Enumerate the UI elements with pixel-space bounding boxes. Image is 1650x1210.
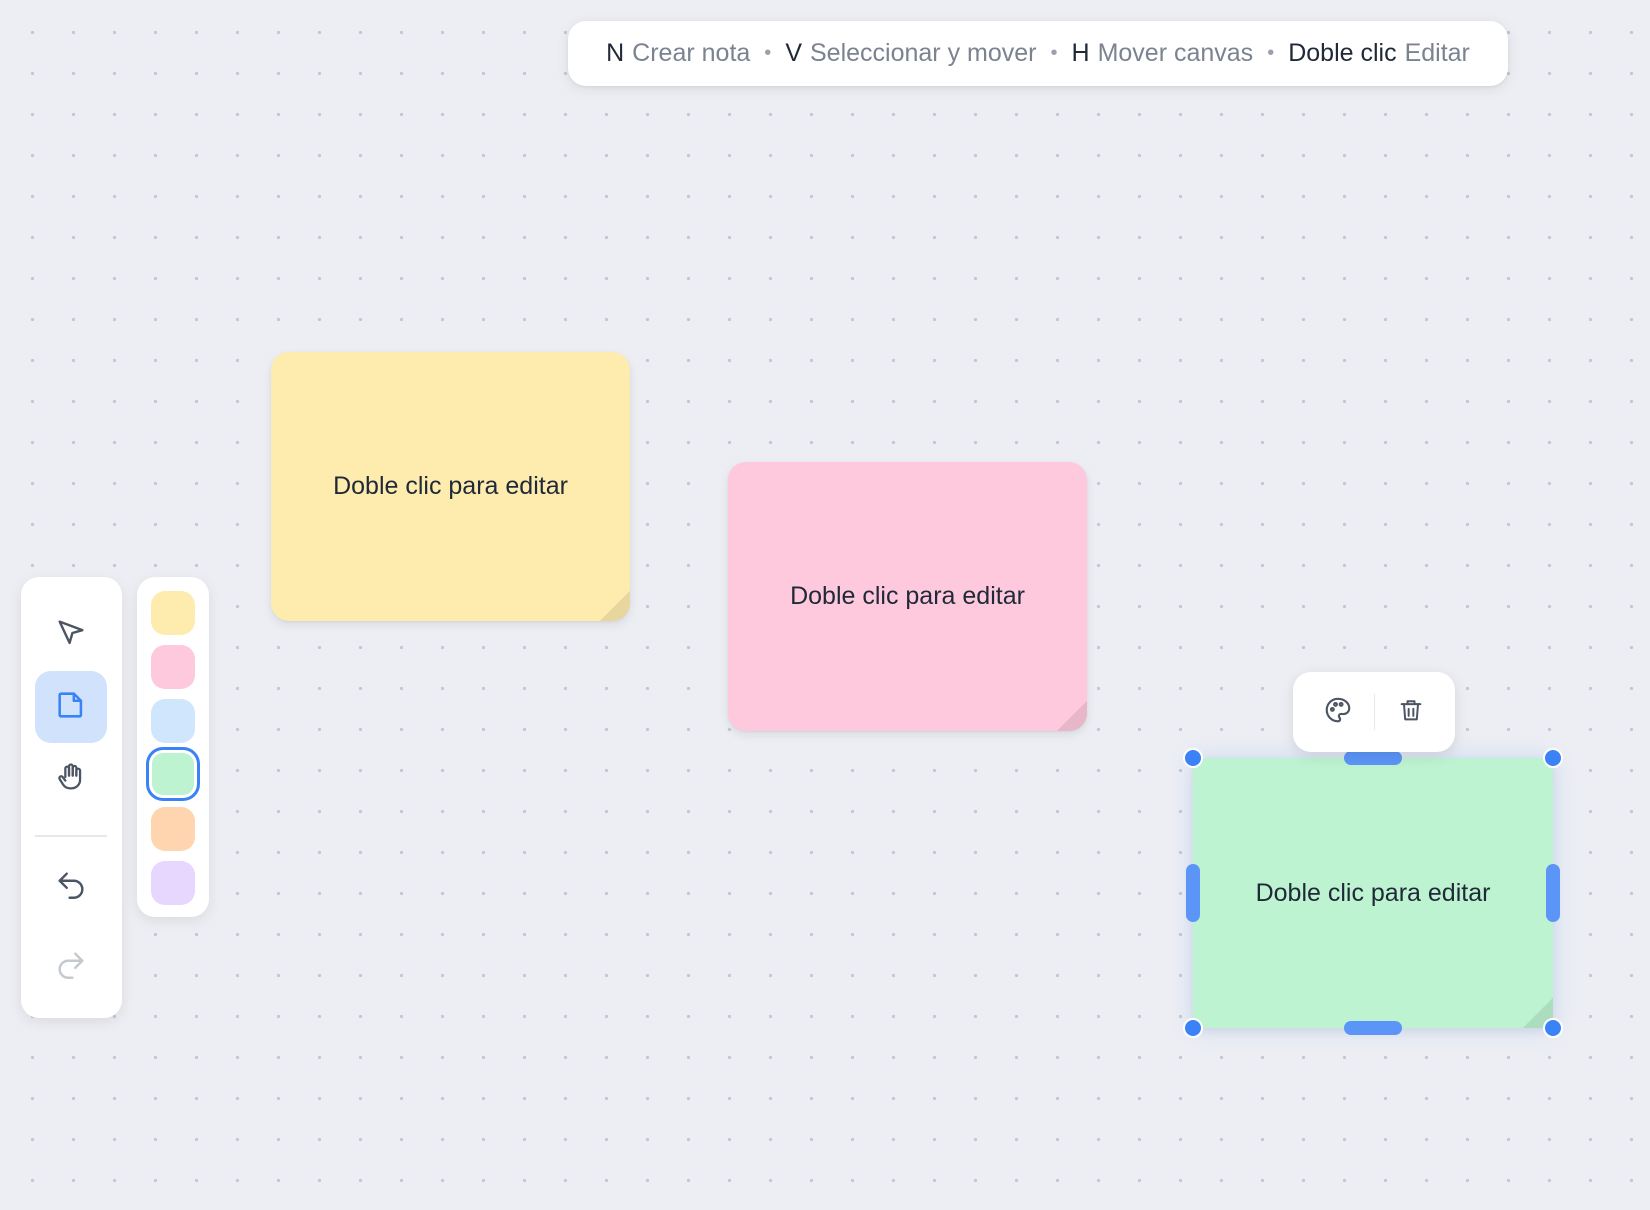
shortcut-hint-bar: N Crear nota • V Seleccionar y mover • H… <box>568 21 1508 86</box>
hint-create-note: N Crear nota <box>606 39 750 68</box>
sticky-note-green-selected[interactable]: Doble clic para editar <box>1193 758 1553 1028</box>
hand-tool-button[interactable] <box>35 743 107 815</box>
palette-icon <box>1323 695 1353 730</box>
color-swatch-green[interactable] <box>146 747 200 801</box>
resize-handle-top-left[interactable] <box>1183 748 1203 768</box>
delete-note-button[interactable] <box>1383 684 1439 740</box>
hint-separator: • <box>1050 42 1058 64</box>
hint-double-click-edit: Doble clic Editar <box>1288 39 1470 68</box>
note-text: Doble clic para editar <box>333 472 568 500</box>
redo-button[interactable] <box>35 931 107 1003</box>
hint-key: N <box>606 39 625 67</box>
note-corner-fold <box>600 591 630 621</box>
undo-button[interactable] <box>35 851 107 923</box>
hint-desc: Mover canvas <box>1097 39 1254 67</box>
color-palette <box>137 577 209 917</box>
hint-select-move: V Seleccionar y mover <box>785 39 1036 68</box>
resize-handle-top-right[interactable] <box>1543 748 1563 768</box>
resize-handle-left[interactable] <box>1186 864 1200 922</box>
toolbar-divider <box>1373 694 1375 730</box>
sticky-note-tool-button[interactable] <box>35 671 107 743</box>
hand-icon <box>54 760 88 799</box>
sticky-note-yellow[interactable]: Doble clic para editar <box>271 352 630 621</box>
color-swatch-blue[interactable] <box>151 699 195 743</box>
hint-desc: Seleccionar y mover <box>810 39 1037 67</box>
resize-handle-right[interactable] <box>1546 864 1560 922</box>
select-tool-button[interactable] <box>35 599 107 671</box>
redo-icon <box>54 948 88 987</box>
undo-icon <box>54 868 88 907</box>
hint-separator: • <box>1267 42 1275 64</box>
note-corner-fold <box>1057 701 1087 731</box>
hint-key: V <box>785 39 802 67</box>
resize-handle-bottom[interactable] <box>1344 1021 1402 1035</box>
hint-pan-canvas: H Mover canvas <box>1072 39 1254 68</box>
hint-key: H <box>1071 39 1090 67</box>
note-text: Doble clic para editar <box>1255 878 1491 907</box>
toolbar-divider <box>35 835 107 837</box>
sticky-note-icon <box>54 688 88 727</box>
sticky-note-pink[interactable]: Doble clic para editar <box>728 462 1087 731</box>
hint-key: Doble clic <box>1288 39 1397 67</box>
hint-separator: • <box>764 42 772 64</box>
note-context-toolbar <box>1293 672 1455 752</box>
resize-handle-bottom-left[interactable] <box>1183 1018 1203 1038</box>
color-swatch-pink[interactable] <box>151 645 195 689</box>
tool-sidebar <box>21 577 122 1018</box>
color-swatch-yellow[interactable] <box>151 591 195 635</box>
color-swatch-purple[interactable] <box>151 861 195 905</box>
color-swatch-orange[interactable] <box>151 807 195 851</box>
resize-handle-top[interactable] <box>1344 751 1402 765</box>
hint-desc: Editar <box>1404 39 1470 67</box>
trash-icon <box>1397 696 1425 729</box>
change-color-button[interactable] <box>1310 684 1366 740</box>
hint-desc: Crear nota <box>632 39 751 67</box>
select-icon <box>54 616 88 655</box>
resize-handle-bottom-right[interactable] <box>1543 1018 1563 1038</box>
note-text: Doble clic para editar <box>790 582 1025 610</box>
